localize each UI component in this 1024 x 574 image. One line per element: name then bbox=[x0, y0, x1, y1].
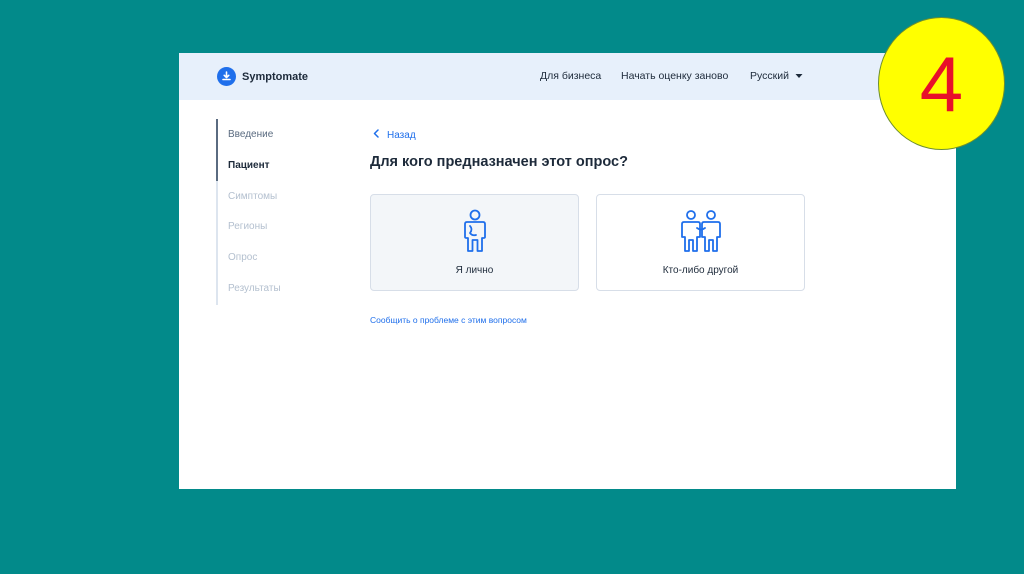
option-someone-else[interactable]: Кто-либо другой bbox=[596, 194, 805, 291]
nav-link-restart[interactable]: Начать оценку заново bbox=[621, 70, 728, 82]
step-number: 4 bbox=[919, 39, 964, 128]
back-label: Назад bbox=[387, 129, 416, 141]
progress-indicator bbox=[216, 119, 218, 181]
chevron-left-icon bbox=[373, 129, 379, 141]
question-title: Для кого предназначен этот опрос? bbox=[370, 154, 628, 170]
language-label: Русский bbox=[750, 70, 789, 82]
language-selector[interactable]: Русский bbox=[750, 70, 803, 82]
slide: Symptomate Для бизнеса Начать оценку зан… bbox=[0, 0, 1024, 574]
step-number-badge: 4 bbox=[878, 17, 1005, 150]
progress-sidebar: Введение Пациент Симптомы Регионы Опрос … bbox=[216, 119, 308, 305]
option-myself-label: Я лично bbox=[455, 265, 494, 276]
back-button[interactable]: Назад bbox=[373, 129, 416, 141]
app-window: Symptomate Для бизнеса Начать оценку зан… bbox=[179, 53, 956, 489]
option-someone-else-label: Кто-либо другой bbox=[662, 265, 739, 276]
header-bar: Symptomate Для бизнеса Начать оценку зан… bbox=[179, 53, 956, 100]
option-myself[interactable]: Я лично bbox=[370, 194, 579, 291]
sidebar-item-introduction[interactable]: Введение bbox=[228, 129, 273, 140]
brand-logo-icon bbox=[217, 67, 236, 86]
brand-logo[interactable]: Symptomate bbox=[217, 67, 308, 86]
sidebar-item-results: Результаты bbox=[228, 283, 281, 294]
person-icon bbox=[371, 209, 578, 253]
sidebar-item-symptoms: Симптомы bbox=[228, 191, 278, 202]
sidebar-item-interview: Опрос bbox=[228, 252, 258, 263]
sidebar-item-regions: Регионы bbox=[228, 221, 268, 232]
nav-link-business[interactable]: Для бизнеса bbox=[540, 70, 601, 82]
report-problem-link[interactable]: Сообщить о проблеме с этим вопросом bbox=[370, 315, 527, 325]
caret-down-icon bbox=[795, 70, 803, 82]
sidebar-item-patient[interactable]: Пациент bbox=[228, 160, 270, 171]
two-people-icon bbox=[597, 209, 804, 253]
brand-name: Symptomate bbox=[242, 70, 309, 83]
